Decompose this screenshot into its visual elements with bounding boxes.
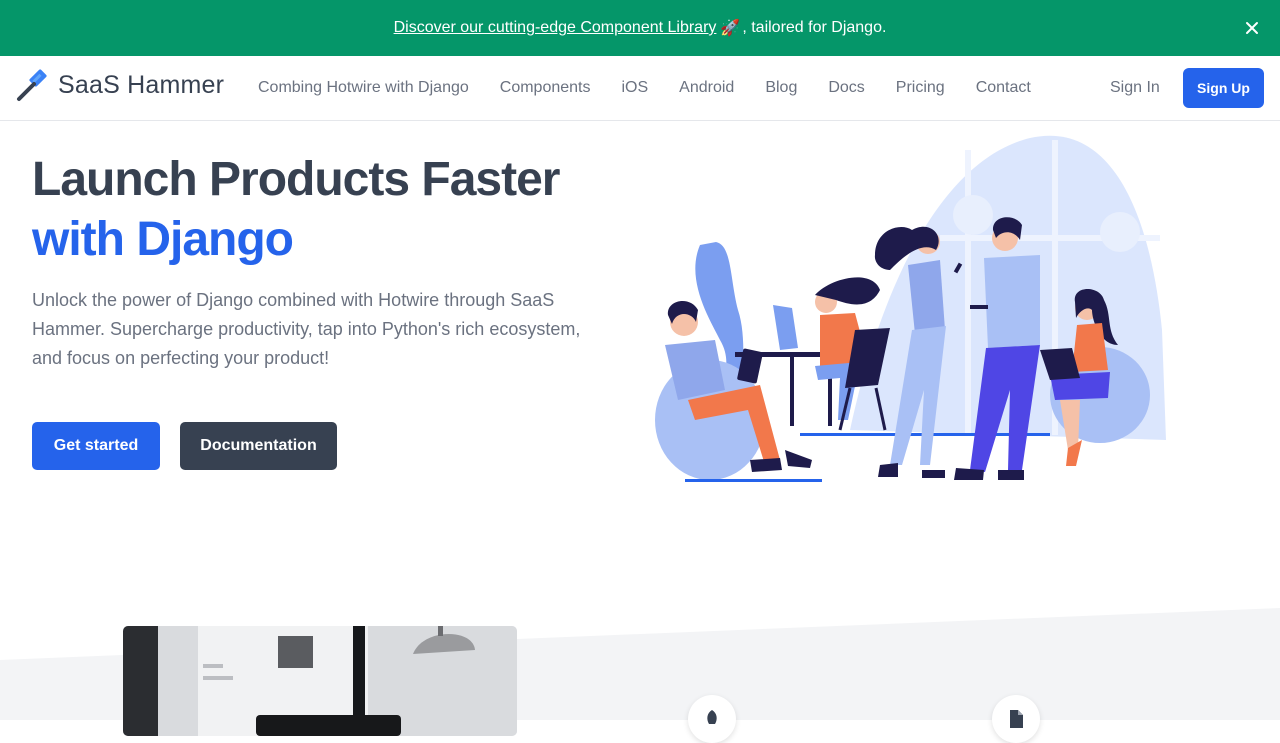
hammer-icon [17, 69, 47, 101]
nav-link-contact[interactable]: Contact [976, 79, 1031, 97]
sign-up-button[interactable]: Sign Up [1183, 68, 1264, 108]
close-icon[interactable] [1242, 18, 1262, 38]
document-icon [1010, 710, 1023, 728]
rocket-icon [707, 710, 717, 724]
logo-text: SaaS Hammer [58, 70, 225, 99]
get-started-button[interactable]: Get started [32, 422, 160, 470]
hero-title: Launch Products Faster with Django [32, 150, 560, 270]
announcement-banner: Discover our cutting-edge Component Libr… [0, 0, 1280, 56]
nav-link-docs[interactable]: Docs [828, 79, 864, 97]
sign-in-link[interactable]: Sign In [1110, 79, 1160, 97]
nav-link-blog[interactable]: Blog [765, 79, 797, 97]
nav-links: Combing Hotwire with Django Components i… [258, 56, 1031, 120]
nav-link-hotwire[interactable]: Combing Hotwire with Django [258, 79, 469, 97]
logo[interactable]: SaaS Hammer [16, 68, 224, 102]
rocket-feature-icon [688, 695, 736, 743]
banner-suffix: , tailored for Django. [742, 19, 887, 36]
nav-link-components[interactable]: Components [500, 79, 591, 97]
document-feature-icon [992, 695, 1040, 743]
documentation-button[interactable]: Documentation [180, 422, 337, 470]
hero-illustration [655, 135, 1166, 482]
nav-link-pricing[interactable]: Pricing [896, 79, 945, 97]
nav-link-ios[interactable]: iOS [621, 79, 648, 97]
hero-title-line1: Launch Products Faster [32, 153, 560, 206]
hero-title-line2: with Django [32, 213, 294, 266]
nav-link-android[interactable]: Android [679, 79, 734, 97]
rocket-emoji: 🚀 [720, 20, 741, 37]
component-library-link[interactable]: Discover our cutting-edge Component Libr… [394, 19, 717, 37]
navbar: SaaS Hammer Combing Hotwire with Django … [0, 56, 1280, 121]
hero-description: Unlock the power of Django combined with… [32, 290, 581, 368]
